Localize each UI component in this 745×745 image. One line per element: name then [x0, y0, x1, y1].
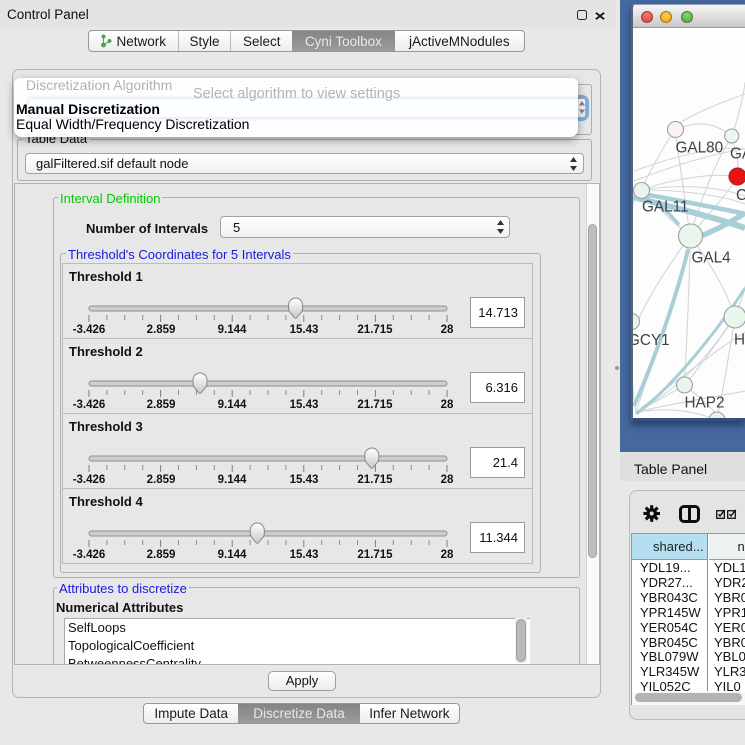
- svg-text:GAL80: GAL80: [676, 140, 724, 157]
- svg-text:GCY1: GCY1: [633, 332, 670, 349]
- svg-text:H: H: [734, 332, 745, 349]
- svg-text:GA: GA: [730, 146, 745, 163]
- svg-text:C: C: [736, 187, 745, 204]
- svg-text:GAL11: GAL11: [642, 199, 689, 216]
- svg-text:GAL4: GAL4: [692, 250, 732, 267]
- svg-text:HAP2: HAP2: [685, 395, 725, 412]
